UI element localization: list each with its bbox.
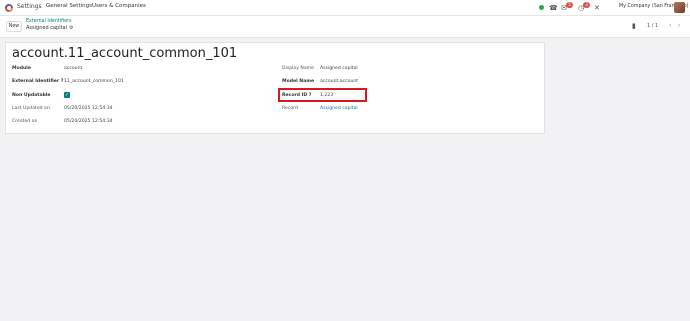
control-panel: New External Identifiers Assigned capita… (0, 16, 690, 38)
module-label: Module (12, 66, 31, 71)
last-updated-value: 05/20/2025 12:54:34 (64, 106, 113, 111)
activity-count-badge: 3 (583, 2, 590, 8)
last-updated-label: Last Updated on (12, 106, 50, 111)
app-logo-icon[interactable] (5, 4, 13, 12)
attachment-icon[interactable]: ▮ (632, 22, 636, 30)
breadcrumb-parent[interactable]: External Identifiers (26, 19, 72, 24)
breadcrumb-current: Assigned capital ⚙ (26, 25, 73, 31)
gear-icon[interactable]: ⚙ (69, 25, 73, 31)
debug-tools-icon[interactable]: ✕ (594, 3, 600, 13)
pager-next-icon[interactable]: › (678, 22, 680, 29)
menu-general-settings[interactable]: General Settings (46, 3, 92, 9)
pager-value[interactable]: 1 / 1 (647, 23, 658, 29)
phone-icon[interactable]: ☎ (549, 3, 558, 13)
model-name-value[interactable]: account.account (320, 79, 358, 84)
breadcrumb-current-label: Assigned capital (26, 25, 67, 31)
created-on-label: Created on (12, 119, 38, 124)
record-link[interactable]: Assigned capital (320, 106, 358, 111)
chat-count-badge: 5 (566, 2, 573, 8)
non-updatable-checkbox[interactable]: ✓ (64, 92, 70, 98)
top-navbar: Settings General Settings Users & Compan… (0, 0, 690, 16)
non-updatable-label: Non Updatable (12, 93, 51, 98)
app-name[interactable]: Settings (17, 3, 42, 10)
menu-users-companies[interactable]: Users & Companies (92, 3, 146, 9)
model-name-label: Model Name (282, 79, 315, 84)
record-id-highlight-box (278, 88, 367, 102)
user-avatar[interactable] (674, 2, 685, 13)
external-identifier-label: External Identifier ? (12, 79, 64, 84)
module-value[interactable]: account (64, 66, 82, 71)
display-name-value: Assigned capital (320, 66, 358, 71)
record-label: Record (282, 106, 298, 111)
new-button[interactable]: New (6, 21, 22, 32)
record-title: account.11_account_common_101 (12, 46, 238, 61)
external-identifier-value[interactable]: 11_account_common_101 (64, 79, 124, 84)
created-on-value: 05/20/2025 12:54:34 (64, 119, 113, 124)
display-name-label: Display Name (282, 66, 314, 71)
status-indicator (539, 5, 544, 10)
pager-prev-icon[interactable]: ‹ (669, 22, 671, 29)
